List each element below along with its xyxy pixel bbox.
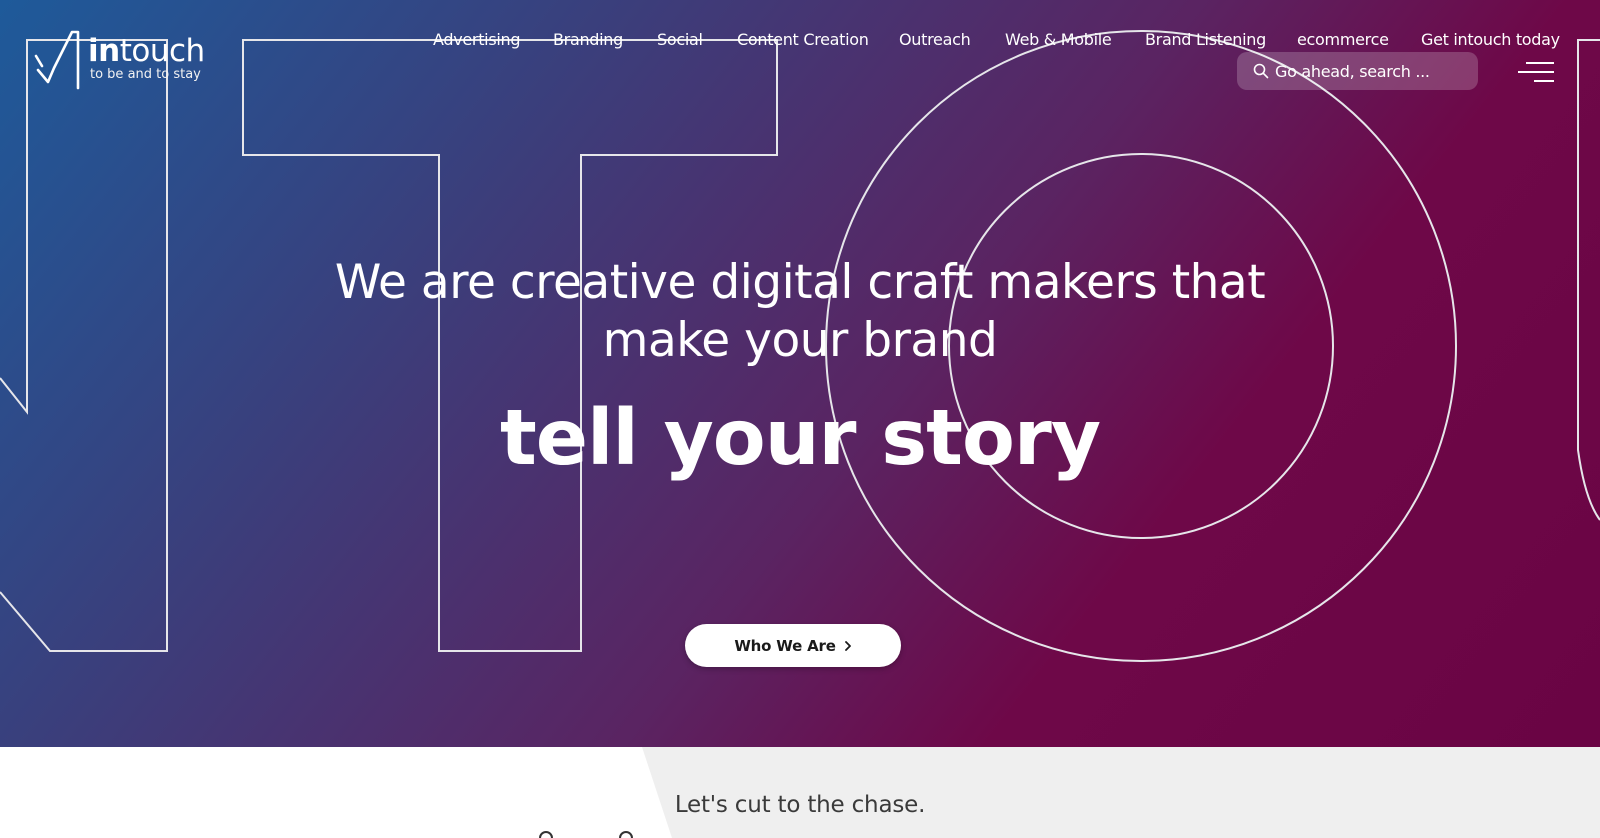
nav-item-ecommerce[interactable]: ecommerce [1297, 29, 1389, 51]
hero-headline-line-1: We are creative digital craft makers tha… [334, 255, 1266, 310]
search-icon[interactable] [1253, 63, 1269, 79]
logo-tagline: to be and to stay [90, 67, 201, 82]
search-box [1237, 52, 1478, 90]
hero-headline-line-2: make your brand [602, 313, 998, 368]
intro-section-title: Let's cut to the chase. [674, 792, 926, 818]
main-nav: Advertising Branding Social Content Crea… [0, 29, 1600, 53]
hero-headline: We are creative digital craft makers tha… [160, 254, 1440, 370]
menu-line-top [1526, 62, 1554, 64]
hero-tagline: tell your story [499, 394, 1101, 483]
letter-n-outline [0, 39, 168, 652]
who-we-are-button[interactable]: Who We Are [685, 624, 901, 667]
chevron-right-icon [844, 640, 851, 651]
nav-item-social[interactable]: Social [657, 29, 703, 51]
nav-item-get-intouch-today[interactable]: Get intouch today [1421, 29, 1560, 51]
decorative-circles-icon [539, 831, 633, 838]
nav-item-brand-listening[interactable]: Brand Listening [1145, 29, 1266, 51]
letter-u-outline [1577, 39, 1600, 521]
nav-item-branding[interactable]: Branding [553, 29, 623, 51]
menu-line-middle [1518, 71, 1554, 73]
nav-item-outreach[interactable]: Outreach [899, 29, 971, 51]
who-we-are-label: Who We Are [734, 636, 836, 655]
search-input[interactable] [1275, 52, 1471, 90]
intro-section: Let's cut to the chase. [0, 747, 1600, 838]
hamburger-menu-icon[interactable] [1514, 60, 1554, 84]
menu-line-bottom [1534, 80, 1554, 82]
nav-item-content-creation[interactable]: Content Creation [737, 29, 869, 51]
hero-section: intouch to be and to stay Advertising Br… [0, 0, 1600, 747]
nav-item-web-mobile[interactable]: Web & Mobile [1005, 29, 1112, 51]
nav-item-advertising[interactable]: Advertising [433, 29, 521, 51]
